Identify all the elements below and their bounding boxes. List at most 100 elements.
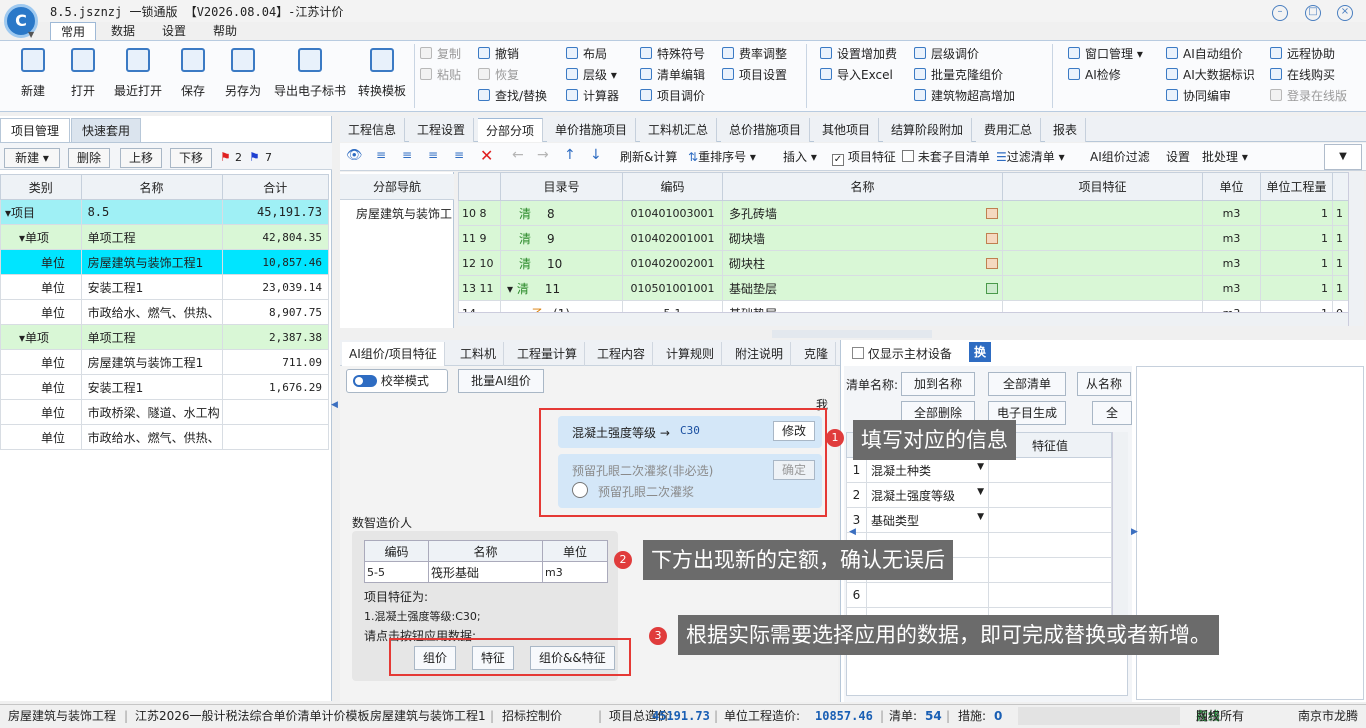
eye-icon[interactable]: 👁 (346, 148, 363, 163)
tab-cost-summary[interactable]: 费用汇总 (976, 118, 1042, 142)
tab-help[interactable]: 帮助 (203, 22, 247, 40)
save-as-button[interactable]: 另存为 (218, 46, 268, 106)
main-material-only-checkbox[interactable]: 仅显示主材设备 (852, 345, 952, 362)
tab-other-items[interactable]: 其他项目 (814, 118, 880, 142)
tree-row-unit[interactable]: 单位 市政给水、燃气、供热、 8,907.75 (0, 299, 330, 325)
feature-row[interactable]: 3 基础类型 ▼ (846, 507, 1112, 533)
ai-auto-pricing-button[interactable]: AI自动组价 (1166, 45, 1243, 63)
from-name-button[interactable]: 从名称 (1077, 372, 1131, 396)
table-row[interactable]: 11 9 清9 010402001001 砌块墙 m3 1 1 (458, 225, 1348, 251)
section-nav-item[interactable]: 房屋建筑与装饰工 (356, 205, 452, 222)
remote-assist-button[interactable]: 远程协助 (1270, 45, 1335, 63)
minimize-icon[interactable]: – (1272, 5, 1288, 21)
tab-quick-apply[interactable]: 快速套用 (71, 118, 142, 142)
ai-check-button[interactable]: AI检修 (1068, 66, 1121, 84)
tree-row-unit-selected[interactable]: 单位 房屋建筑与装饰工程1 10,857.46 (0, 249, 330, 275)
tab-reports[interactable]: 报表 (1045, 118, 1087, 142)
restore-icon[interactable]: □ (1305, 5, 1321, 21)
undo-button[interactable]: 撤销 (478, 45, 519, 63)
tab-settings[interactable]: 设置 (152, 22, 196, 40)
quota-icon[interactable] (986, 207, 998, 219)
collapse-left-arrow-icon[interactable]: ◀ (331, 400, 338, 410)
tree-row-unit[interactable]: 单位 安装工程1 23,039.14 (0, 274, 330, 300)
list-icon[interactable]: ≡ (454, 148, 464, 162)
blue-flag-icon[interactable]: ⚑ (249, 150, 260, 164)
tree-row-unit[interactable]: 单位 房屋建筑与装饰工程1 711.09 (0, 349, 330, 375)
tab-project-info[interactable]: 工程信息 (340, 118, 406, 142)
find-replace-button[interactable]: 查找/替换 (478, 87, 547, 105)
horizontal-scrollbar[interactable] (458, 312, 1348, 326)
layout-button[interactable]: 布局 (566, 45, 607, 63)
convert-template-button[interactable]: 转换模板 (354, 46, 410, 106)
quota-ok-icon[interactable] (986, 282, 998, 294)
export-bid-button[interactable]: 导出电子标书 (272, 46, 348, 106)
dropdown-arrow-icon[interactable]: ▼ (977, 512, 984, 522)
arrow-left-icon[interactable]: ← (512, 147, 524, 163)
batch-clone-pricing-button[interactable]: 批量克隆组价 (914, 66, 1003, 84)
tab-labor-material[interactable]: 工料机 (453, 342, 505, 366)
tab-work-content[interactable]: 工程内容 (590, 342, 654, 366)
list-edit-button[interactable]: 清单编辑 (640, 66, 705, 84)
ai-filter-button[interactable]: AI组价过滤 (1090, 148, 1150, 166)
align-icon[interactable]: ≡ (428, 148, 438, 162)
outdent-icon[interactable]: ≡ (402, 148, 412, 162)
feature-row[interactable]: 1 混凝土种类 ▼ (846, 457, 1112, 483)
red-flag-icon[interactable]: ⚑ (220, 150, 231, 164)
expand-right-arrow-icon[interactable]: ▶ (1131, 527, 1138, 537)
tab-project-settings[interactable]: 工程设置 (409, 118, 475, 142)
tab-labor-material-summary[interactable]: 工料机汇总 (640, 118, 718, 142)
refresh-calc-button[interactable]: 刷新&计算 (620, 148, 677, 166)
project-settings-button[interactable]: 项目设置 (722, 66, 787, 84)
ai-bigdata-mark-button[interactable]: AI大数据标识 (1166, 66, 1255, 84)
all-from-button[interactable]: 全由 (1092, 401, 1132, 425)
open-button[interactable]: 打开 (62, 46, 104, 106)
all-lists-button[interactable]: 全部清单 (988, 372, 1066, 396)
feature-table-scrollbar[interactable] (1112, 432, 1128, 622)
rate-adjust-button[interactable]: 费率调整 (722, 45, 787, 63)
tab-calc-rules[interactable]: 计算规则 (659, 342, 723, 366)
paste-button[interactable]: 粘贴 (420, 66, 461, 84)
quota-icon[interactable] (986, 257, 998, 269)
import-excel-button[interactable]: 导入Excel (820, 66, 893, 84)
indent-icon[interactable]: ≡ (376, 148, 386, 162)
tab-common[interactable]: 常用 (50, 22, 97, 40)
tab-total-measures[interactable]: 总价措施项目 (721, 118, 811, 142)
redo-button[interactable]: 恢复 (478, 66, 519, 84)
copy-button[interactable]: 复制 (420, 45, 461, 63)
new-button[interactable]: 新建 (10, 46, 56, 106)
arrow-down-icon[interactable]: ↓ (590, 147, 602, 163)
table-row[interactable]: 12 10 清 10 010402002001 砌块柱 m3 1 1 (458, 250, 1348, 276)
recent-open-button[interactable]: 最近打开 (108, 46, 168, 106)
tab-ai-pricing-feature[interactable]: AI组价/项目特征 (342, 342, 445, 366)
batch-process-dropdown[interactable]: 批处理 ▾ (1202, 148, 1248, 166)
tab-settlement-addon[interactable]: 结算阶段附加 (883, 118, 973, 142)
tree-row-project[interactable]: ▾项目 8.5 45,191.73 (0, 199, 330, 225)
table-row[interactable]: 10 8 清8 010401003001 多孔砖墙 m3 1 1 (458, 200, 1348, 226)
unmatched-checkbox[interactable]: 未套子目清单 (902, 148, 990, 166)
insert-dropdown[interactable]: 插入 ▾ (783, 148, 817, 166)
tree-row-unit[interactable]: 单位 市政给水、燃气、供热、 (0, 424, 330, 450)
tree-row-section[interactable]: ▾单项 单项工程 2,387.38 (0, 324, 330, 350)
panel-menu-dropdown[interactable]: ▼ (1324, 144, 1362, 170)
arrow-right-icon[interactable]: → (537, 147, 549, 163)
building-height-surcharge-button[interactable]: 建筑物超高增加 (914, 87, 1015, 105)
tab-items[interactable]: 分部分项 (478, 118, 544, 142)
calculator-button[interactable]: 计算器 (566, 87, 619, 105)
filter-list-dropdown[interactable]: ☰过滤清单 ▾ (996, 148, 1065, 166)
app-menu-caret-icon[interactable]: ▼ (28, 30, 34, 39)
tab-unit-measures[interactable]: 单价措施项目 (547, 118, 637, 142)
feature-checkbox[interactable]: ✓ 项目特征 (832, 148, 896, 166)
move-down-button[interactable]: 下移 (170, 148, 213, 168)
level-price-adjust-button[interactable]: 层级调价 (914, 45, 979, 63)
collab-review-button[interactable]: 协同编审 (1166, 87, 1231, 105)
delete-button[interactable]: 删除 (68, 148, 111, 168)
table-row[interactable]: 13 11 ▾ 清 11 010501001001 基础垫层 m3 1 1 (458, 275, 1348, 301)
arrow-up-icon[interactable]: ↑ (564, 147, 576, 163)
batch-ai-pricing-button[interactable]: 批量AI组价 (458, 369, 544, 393)
reorder-dropdown[interactable]: ⇅重排序号 ▾ (688, 148, 756, 166)
tree-row-unit[interactable]: 单位 市政桥梁、隧道、水工构 (0, 399, 330, 425)
tab-quantity-calc[interactable]: 工程量计算 (510, 342, 586, 366)
add-to-name-button[interactable]: 加到名称 (901, 372, 975, 396)
tab-project-manage[interactable]: 项目管理 (0, 118, 71, 142)
new-node-dropdown[interactable]: 新建 ▾ (4, 148, 60, 168)
